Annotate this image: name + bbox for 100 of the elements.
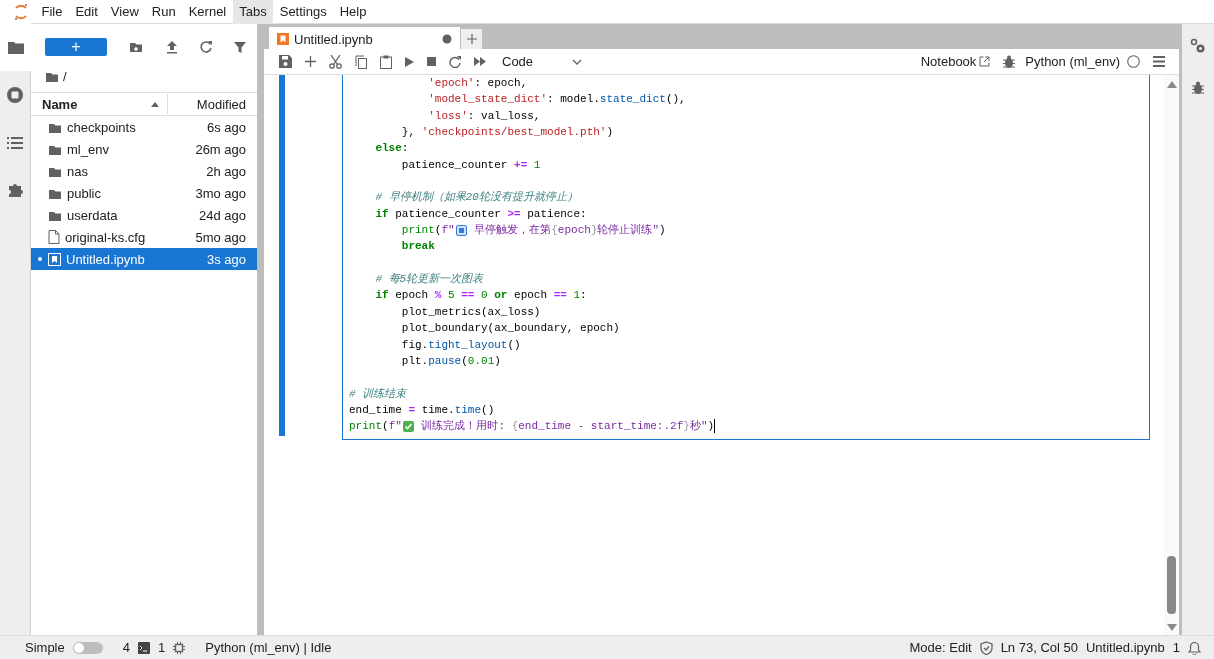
edit-mode-status[interactable]: Mode: Edit [909, 640, 972, 655]
filter-icon[interactable] [233, 39, 247, 54]
stop-circle-icon[interactable] [6, 86, 24, 104]
modified-time: 6s ago [206, 119, 246, 135]
running-dot-icon [38, 257, 42, 261]
chip-icon [173, 641, 186, 654]
code-line: plot_metrics(ax_loss) [400, 304, 542, 320]
shield-check-icon [979, 640, 993, 655]
menu-item[interactable]: Run [145, 0, 183, 24]
code-line: print(f" 训练完成！用时: {end_time - start_time:.2f}秒") [349, 418, 717, 435]
cell-type-dropdown[interactable]: Code [502, 54, 582, 69]
clipboard-icon[interactable] [380, 54, 392, 69]
refresh-icon[interactable] [199, 39, 213, 54]
gears-icon[interactable] [1190, 38, 1206, 54]
code-line: end_time = time.time() [349, 402, 496, 418]
modified-time: 2h ago [206, 163, 246, 179]
code-line: patience_counter += 1 [400, 157, 542, 173]
plus-icon[interactable] [466, 34, 477, 44]
notebook-tab[interactable]: Untitled.ipynb [269, 27, 460, 49]
modified-time: 5mo ago [195, 229, 246, 245]
fast-forward-icon[interactable] [474, 57, 486, 66]
mode-label: Simple [25, 640, 65, 655]
cursor-position[interactable]: Ln 73, Col 50 [1000, 640, 1078, 655]
code-line: 'epoch': epoch, [427, 76, 529, 91]
notification-count[interactable]: 1 [1172, 640, 1180, 655]
file-name: userdata [67, 207, 119, 223]
column-header[interactable]: Modified [168, 94, 257, 114]
file-icon [48, 230, 60, 244]
upload-icon[interactable] [165, 39, 179, 54]
file-name: original-ks.cfg [65, 229, 147, 245]
kernel-name-button[interactable]: Python (ml_env) [1025, 54, 1120, 69]
notebook-link[interactable]: Notebook [920, 54, 991, 69]
menu-item[interactable]: Kernel [182, 0, 233, 24]
file-row[interactable]: ml_env 26m ago [31, 138, 257, 160]
new-launcher-button[interactable]: + [45, 37, 107, 56]
save-icon[interactable] [279, 55, 292, 68]
menu-item[interactable]: File [35, 0, 69, 24]
code-line: if epoch % 5 == 0 or epoch == 1: [374, 288, 588, 304]
sort-caret-icon [151, 101, 159, 107]
terminal-icon [138, 641, 150, 654]
scrollbar-thumb[interactable] [1167, 556, 1176, 614]
puzzle-icon[interactable] [7, 182, 23, 198]
code-line: else: [374, 141, 410, 157]
terminal-count[interactable]: 4 [122, 640, 130, 655]
file-name: nas [67, 163, 89, 179]
bug-icon[interactable] [1003, 55, 1016, 68]
unsaved-dot-icon[interactable] [442, 34, 452, 44]
modified-time: 3s ago [206, 251, 246, 267]
notebook-icon [277, 33, 289, 45]
code-line: # 早停机制（如果20轮没有提升就停止） [374, 190, 579, 206]
list-icon[interactable] [7, 137, 23, 149]
column-header[interactable]: Name [31, 94, 168, 114]
code-line: # 训练结束 [349, 386, 408, 402]
code-line: if patience_counter >= patience: [374, 206, 588, 222]
copy-icon[interactable] [355, 54, 367, 69]
scissors-icon[interactable] [329, 54, 342, 69]
play-icon[interactable] [405, 56, 414, 67]
scroll-up-icon[interactable] [1166, 81, 1177, 88]
bell-icon[interactable] [1188, 640, 1201, 655]
menu-item[interactable]: Help [333, 0, 373, 24]
code-line: fig.tight_layout() [400, 337, 522, 353]
restart-icon[interactable] [449, 55, 461, 68]
app-logo-icon [13, 2, 29, 21]
kernel-status[interactable]: Python (ml_env) | Idle [205, 640, 332, 655]
code-line: plot_boundary(ax_boundary, epoch) [400, 321, 621, 337]
scroll-down-icon[interactable] [1166, 624, 1177, 631]
menu-item[interactable]: View [104, 0, 146, 24]
code-line: plt.pause(0.01) [400, 353, 502, 369]
file-row[interactable]: original-ks.cfg 5mo ago [31, 226, 257, 248]
menu-icon[interactable] [1153, 56, 1165, 67]
modified-time: 3mo ago [195, 185, 246, 201]
file-row[interactable]: public 3mo ago [31, 182, 257, 204]
code-line: }, 'checkpoints/best_model.pth') [400, 125, 615, 141]
menu-item[interactable]: Tabs [232, 0, 274, 24]
code-editor[interactable] [342, 75, 1150, 440]
code-line: # 每5轮更新一次图表 [374, 272, 485, 288]
external-link-icon [979, 56, 991, 67]
code-line: 'loss': val_loss, [427, 108, 542, 124]
plus-icon[interactable] [305, 56, 316, 67]
kernel-status-circle-icon [1127, 55, 1140, 68]
square-icon [455, 224, 467, 236]
file-name[interactable]: Untitled.ipynb [1086, 640, 1165, 655]
menu-item[interactable]: Settings [273, 0, 334, 24]
folder-icon[interactable] [7, 40, 24, 54]
path-label[interactable]: / [63, 68, 67, 84]
file-name: public [67, 185, 102, 201]
file-row[interactable]: userdata 24d ago [31, 204, 257, 226]
text-cursor [714, 419, 716, 434]
chevron-down-icon [572, 58, 582, 65]
active-cell-bar[interactable] [279, 75, 285, 436]
kernel-count[interactable]: 1 [158, 640, 166, 655]
file-row[interactable]: checkpoints 6s ago [31, 116, 257, 138]
bug-icon[interactable] [1192, 81, 1204, 94]
simple-mode-toggle[interactable] [72, 641, 103, 654]
file-row[interactable]: Untitled.ipynb 3s ago [31, 248, 257, 270]
code-line: break [400, 239, 436, 255]
menu-item[interactable]: Edit [68, 0, 105, 24]
notebook-icon [48, 252, 61, 266]
code-line: print(f" 早停触发，在第{epoch}轮停止训练") [400, 223, 667, 239]
file-row[interactable]: nas 2h ago [31, 160, 257, 182]
